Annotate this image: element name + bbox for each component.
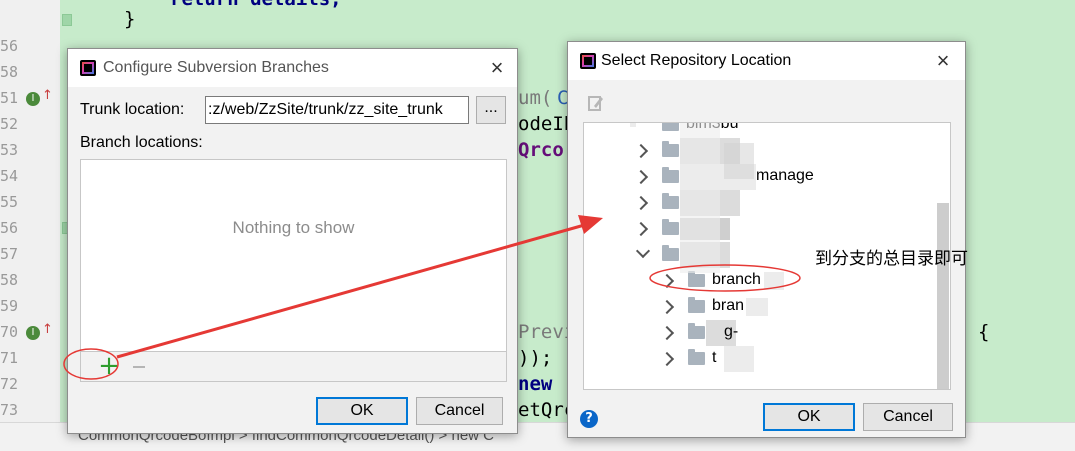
implementation-gutter-icon[interactable]: I [26,326,40,340]
chevron-right-icon[interactable] [659,351,675,367]
editor-gutter: 56 58 51 52 53 54 55 56 57 58 59 70 71 7… [0,0,60,422]
tree-row[interactable]: bran es [584,294,924,320]
folder-icon [688,297,705,313]
list-toolbar: + [81,351,506,381]
dialog-title: Select Repository Location [601,52,792,69]
cancel-button[interactable]: Cancel [863,403,953,431]
tree-item-label: manage [756,167,814,184]
code-text: new [518,373,553,395]
dialog-title: Configure Subversion Branches [103,59,329,76]
line-number: 59 [0,297,19,315]
chevron-down-icon[interactable] [635,243,651,259]
chevron-right-icon[interactable] [633,221,649,237]
close-icon[interactable]: × [930,48,956,74]
line-number: 58 [0,63,19,81]
configure-branches-dialog: Configure Subversion Branches × Trunk lo… [67,48,518,434]
code-text: um( [518,87,553,109]
intellij-app-icon [580,53,596,69]
override-arrow-icon[interactable]: ↑ [42,88,53,103]
chevron-right-icon[interactable] [659,273,675,289]
code-text: Qrco [518,139,564,161]
line-number: 52 [0,115,19,133]
tree-row[interactable]: manage [584,164,924,190]
chevron-right-icon[interactable] [633,195,649,211]
dialog-titlebar: Configure Subversion Branches × [68,49,517,87]
branch-locations-label: Branch locations: [80,134,203,151]
ok-button[interactable]: OK [316,397,408,425]
trunk-location-label: Trunk location: [80,101,185,118]
scrollbar-thumb[interactable] [937,203,949,389]
folder-icon [662,245,679,261]
line-number: 56 [0,219,19,237]
tree-item-label: t [712,349,717,366]
folder-icon [662,219,679,235]
browse-button[interactable]: ... [476,96,506,124]
tree-row[interactable] [584,216,924,242]
tree-row[interactable]: branch [584,268,924,294]
remove-branch-button[interactable] [133,366,145,368]
tree-row[interactable]: g- [584,320,924,346]
folder-icon [662,193,679,209]
close-icon[interactable]: × [484,55,510,81]
tree-row[interactable]: bim3bu [584,123,924,138]
line-number: 53 [0,141,19,159]
cancel-button[interactable]: Cancel [416,397,503,425]
dialog-titlebar: Select Repository Location × [568,42,965,80]
line-number: 73 [0,401,19,419]
folder-icon [662,141,679,157]
chevron-right-icon[interactable] [633,169,649,185]
intellij-app-icon [80,60,96,76]
folder-icon [688,271,705,287]
annotation-text: 到分支的总目录即可 [815,249,968,269]
line-number: 57 [0,245,19,263]
chevron-right-icon[interactable] [659,325,675,341]
line-number: 72 [0,375,19,393]
line-number: 54 [0,167,19,185]
chevron-right-icon[interactable] [659,299,675,315]
code-text: return details; [170,0,342,10]
fold-marker-icon[interactable] [62,14,72,26]
line-number: 70 [0,323,19,341]
override-arrow-icon[interactable]: ↑ [42,322,53,337]
ok-button[interactable]: OK [763,403,855,431]
tree-row[interactable] [584,190,924,216]
help-icon[interactable]: ? [580,410,598,428]
code-text: { [978,321,990,343]
tree-row[interactable] [584,138,924,164]
trunk-location-input[interactable]: :z/web/ZzSite/trunk/zz_site_trunk [205,96,469,124]
implementation-gutter-icon[interactable]: I [26,92,40,106]
code-text: } [124,8,136,30]
folder-icon [688,349,705,365]
code-text: )); [518,347,553,369]
tree-item-label: g- [724,323,739,340]
folder-icon [688,323,705,339]
tree-item-label: branch [712,271,761,288]
folder-icon [662,123,679,131]
line-number: 51 [0,89,19,107]
chevron-right-icon[interactable] [633,143,649,159]
add-branch-button[interactable]: + [96,353,122,380]
select-repository-dialog: Select Repository Location × bim3bu mana… [567,41,966,438]
line-number: 71 [0,349,19,367]
empty-list-text: Nothing to show [232,218,355,237]
line-number: 55 [0,193,19,211]
folder-icon [662,167,679,183]
line-number: 58 [0,271,19,289]
tree-row[interactable]: t [584,346,924,372]
branch-locations-list[interactable]: Nothing to show + [80,159,507,382]
edit-location-icon[interactable] [588,94,604,112]
line-number: 56 [0,37,19,55]
